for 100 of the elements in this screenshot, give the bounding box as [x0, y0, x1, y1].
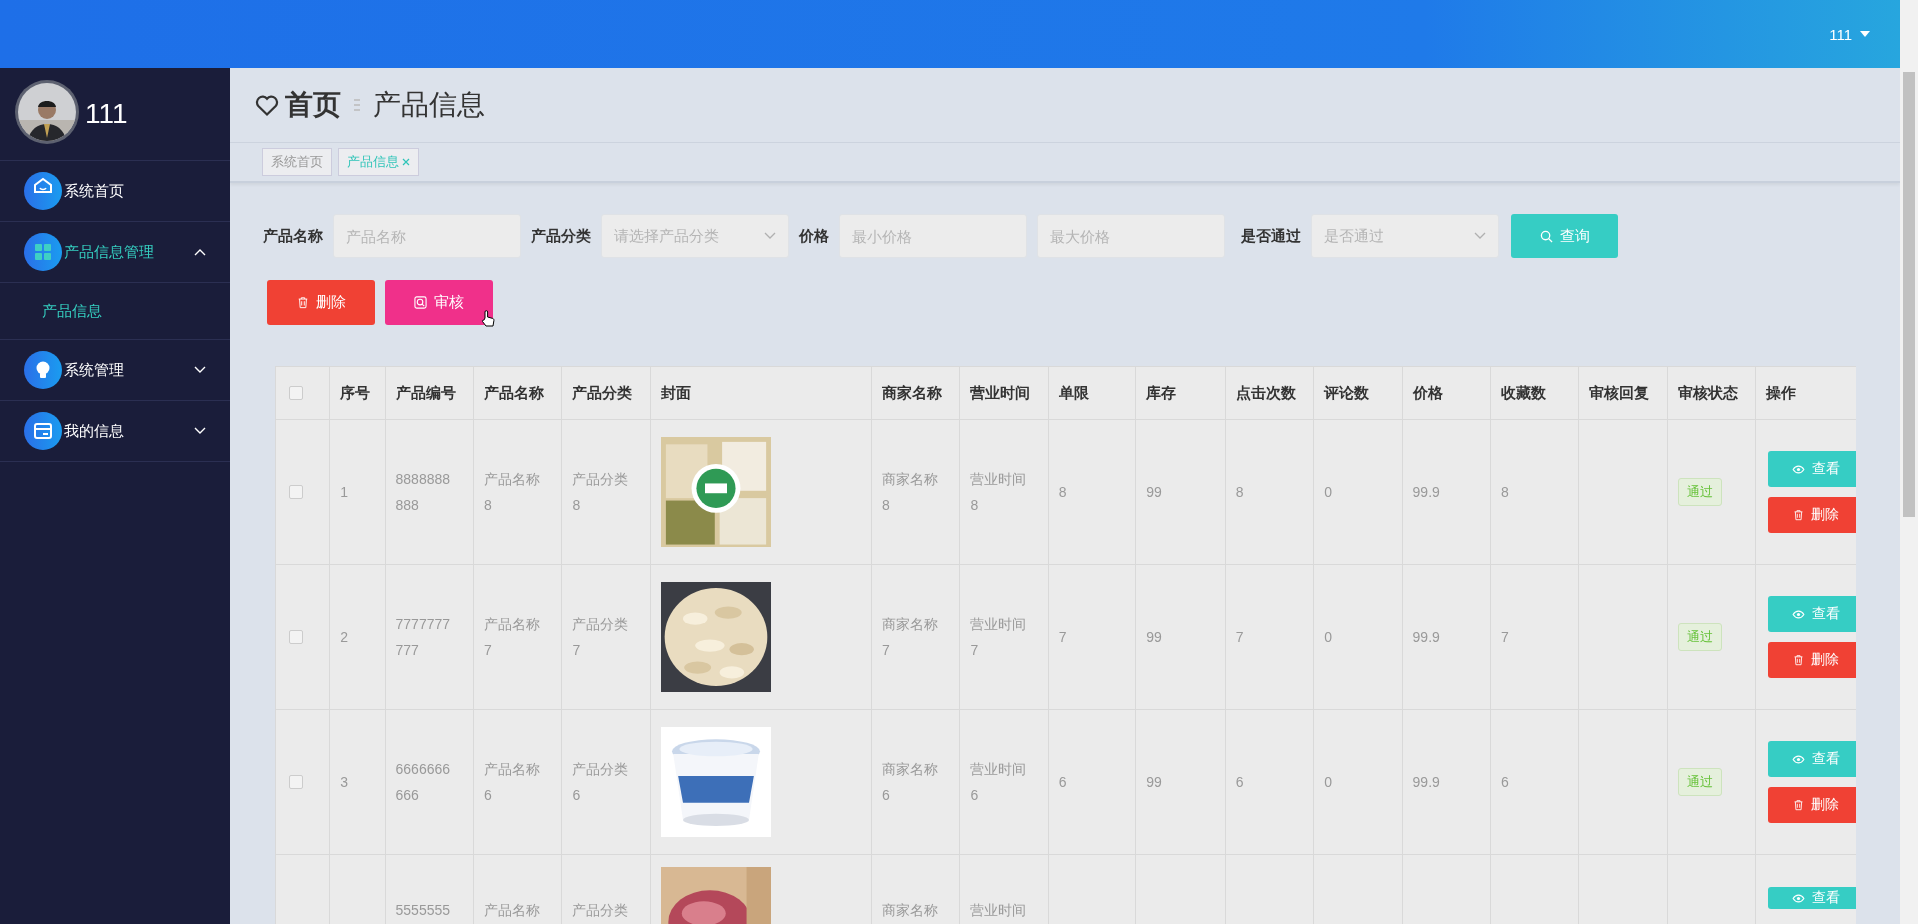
card-icon [24, 412, 62, 450]
row-checkbox[interactable] [289, 630, 303, 644]
table-cell: 99.9 [1412, 774, 1440, 790]
menu-item[interactable]: 系统首页 [0, 161, 230, 222]
column-header: 评论数 [1313, 366, 1403, 420]
review-button[interactable]: 审核 [385, 280, 493, 325]
column-header: 操作 [1755, 366, 1856, 420]
table-cell: 8 [1058, 484, 1067, 500]
table-cell: 1 [340, 484, 349, 500]
delete-button[interactable]: 删除 [267, 280, 375, 325]
menu-item[interactable]: 系统管理 [0, 340, 230, 401]
filter-label: 是否通过 [1241, 226, 1301, 246]
page-title: 产品信息 [373, 88, 485, 122]
status-tag: 通过 [1677, 478, 1722, 506]
column-header: 封面 [650, 366, 872, 420]
separator-icon [353, 98, 361, 112]
table-cell: 营业时间 [970, 902, 1027, 918]
trash-icon [296, 296, 309, 309]
hand-cursor-icon [481, 310, 495, 328]
chevron-down-icon [764, 232, 776, 240]
row-checkbox[interactable] [289, 775, 303, 789]
column-header: 单限 [1048, 366, 1136, 420]
menu-item[interactable]: 产品信息管理 [0, 222, 230, 283]
view-button[interactable]: 查看 [1768, 741, 1856, 777]
table-cell: 6 [1501, 774, 1509, 790]
house-icon [24, 172, 62, 210]
column-header: 库存 [1135, 366, 1226, 420]
delete-button[interactable]: 删除 [1768, 787, 1856, 823]
search-icon [1539, 229, 1553, 243]
filter-label: 产品名称 [263, 226, 323, 246]
table-cell: 7777777777 [395, 616, 451, 658]
table-cell: 3 [340, 774, 349, 790]
eye-icon [1792, 893, 1806, 903]
view-button[interactable]: 查看 [1768, 887, 1856, 909]
column-header: 产品名称 [473, 366, 562, 420]
column-header: 营业时间 [959, 366, 1049, 420]
trash-icon [1793, 654, 1805, 666]
status-tag: 通过 [1677, 623, 1722, 651]
scrollbar[interactable] [1900, 0, 1918, 924]
table-cell: 8 [1501, 484, 1509, 500]
chevron-down-icon [194, 366, 206, 374]
scrollbar-thumb[interactable] [1903, 72, 1915, 517]
table-cell: 产品分类7 [572, 616, 629, 658]
table-cell: 8888888888 [395, 471, 451, 513]
table-cell: 6 [1058, 774, 1067, 790]
select-all-checkbox[interactable] [289, 386, 303, 400]
grid-icon [24, 233, 62, 271]
chevron-down-icon [1474, 232, 1486, 240]
table-cell: 产品名称7 [483, 616, 540, 658]
row-checkbox[interactable] [289, 485, 303, 499]
eye-icon [1792, 464, 1806, 474]
table-cell: 产品分类6 [572, 761, 629, 803]
menu-item[interactable]: 我的信息 [0, 401, 230, 462]
view-button[interactable]: 查看 [1768, 451, 1856, 487]
user-name: 111 [85, 98, 128, 130]
table-cell: 8 [1235, 484, 1244, 500]
column-header: 价格 [1402, 366, 1491, 420]
table-cell: 产品名称 [483, 902, 540, 918]
column-header: 商家名称 [871, 366, 960, 420]
status-tag: 通过 [1677, 768, 1722, 796]
table-cell: 99.9 [1412, 484, 1440, 500]
delete-button[interactable]: 删除 [1768, 642, 1856, 678]
eye-icon [1792, 754, 1806, 764]
delete-button[interactable]: 删除 [1768, 497, 1856, 533]
trash-icon [1793, 799, 1805, 811]
search-button[interactable]: 查询 [1511, 214, 1618, 258]
tab[interactable]: 系统首页 [262, 148, 332, 176]
table-cell: 产品名称8 [483, 471, 540, 513]
table-cell: 产品分类 [572, 902, 629, 918]
table-cell: 产品名称6 [483, 761, 540, 803]
column-header: 产品编号 [385, 366, 474, 420]
table-cell: 6 [1235, 774, 1244, 790]
table-cell: 6666666666 [395, 761, 451, 803]
user-menu[interactable]: 111 [1829, 25, 1870, 43]
table-cell: 7 [1501, 629, 1509, 645]
table-cell: 99 [1146, 774, 1162, 790]
table-cell: 99 [1146, 629, 1162, 645]
table-cell: 营业时间6 [970, 761, 1027, 803]
table-cell: 7 [1235, 629, 1244, 645]
caret-icon [1860, 31, 1870, 37]
view-button[interactable]: 查看 [1768, 596, 1856, 632]
table-cell: 2 [340, 629, 349, 645]
table-cell: 99 [1146, 484, 1162, 500]
table-cell: 商家名称6 [881, 761, 938, 803]
eye-icon [1792, 609, 1806, 619]
chevron-up-icon [194, 248, 206, 256]
home-title[interactable]: 首页 [285, 86, 341, 124]
lightbulb-icon [24, 351, 62, 389]
column-header: 产品分类 [561, 366, 651, 420]
table-cell: 商家名称 [881, 902, 938, 918]
table-cell: 商家名称8 [881, 471, 938, 513]
column-header: 审核状态 [1667, 366, 1756, 420]
table-cell: 0 [1324, 629, 1332, 645]
table-cell: 产品分类8 [572, 471, 629, 513]
table-cell: 商家名称7 [881, 616, 938, 658]
column-header: 审核回复 [1578, 366, 1668, 420]
filter-label: 价格 [799, 226, 829, 246]
heart-icon [255, 94, 279, 116]
table-cell: 0 [1324, 484, 1332, 500]
table-cell: 5555555 [395, 902, 451, 918]
